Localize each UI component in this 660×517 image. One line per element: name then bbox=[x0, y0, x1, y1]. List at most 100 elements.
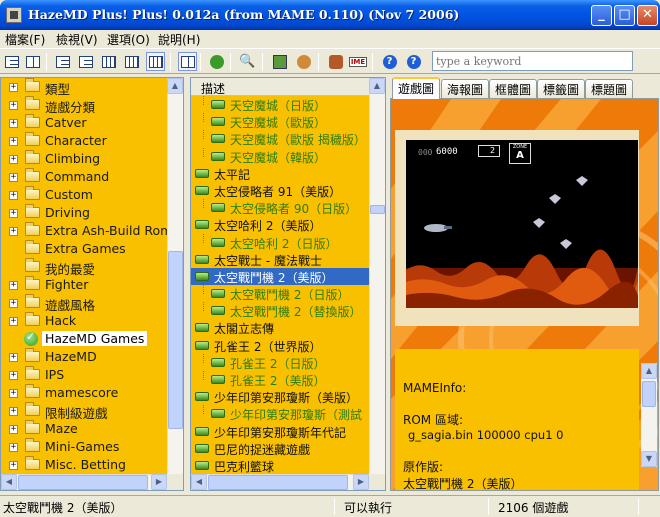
expand-icon[interactable]: + bbox=[9, 371, 18, 380]
game-row[interactable]: 太空侵略者 90（日版） bbox=[191, 199, 369, 216]
folder-tree-item[interactable]: + Custom bbox=[1, 186, 167, 204]
folder-tree-item[interactable]: + Maze bbox=[1, 420, 167, 438]
scroll-up-button[interactable]: ▲ bbox=[369, 78, 385, 94]
game-row[interactable]: 太空戰鬥機 2（替換版） bbox=[191, 302, 369, 319]
expand-icon[interactable]: + bbox=[9, 425, 18, 434]
scroll-up-button[interactable]: ▲ bbox=[167, 78, 183, 94]
tab-flyer[interactable]: 海報圖 bbox=[441, 79, 490, 98]
expand-icon[interactable]: + bbox=[9, 227, 18, 236]
options-button[interactable] bbox=[294, 52, 313, 71]
folder-tree-item[interactable]: + Catver bbox=[1, 114, 167, 132]
details-view-button[interactable] bbox=[76, 52, 95, 71]
game-row[interactable]: 孔雀王 2（日版） bbox=[191, 353, 369, 371]
folder-tree-item[interactable]: + 遊戲分類 bbox=[1, 96, 167, 115]
hscroll-thumb[interactable] bbox=[18, 475, 148, 490]
grouped-view-button[interactable] bbox=[99, 52, 118, 71]
folder-tree-item[interactable]: + Misc. Betting bbox=[1, 456, 167, 474]
game-row[interactable]: 太空戰鬥機 2（日版） bbox=[191, 285, 369, 302]
game-row[interactable]: 天空魔城（日版） bbox=[191, 96, 369, 113]
folder-tree-item[interactable]: + Hack bbox=[1, 312, 167, 330]
folder-tree-item[interactable]: + Mini-Games bbox=[1, 438, 167, 456]
folder-tree-hscrollbar[interactable]: ◀ ▶ bbox=[1, 474, 167, 490]
expand-icon[interactable]: + bbox=[9, 191, 18, 200]
folder-tree-item[interactable]: + Fighter bbox=[1, 276, 167, 294]
game-list-vscrollbar[interactable]: ▲ ▼ bbox=[369, 78, 385, 490]
expand-icon[interactable]: + bbox=[9, 101, 18, 110]
folder-tree-item[interactable]: + Climbing bbox=[1, 150, 167, 168]
folder-tree-item[interactable]: + IPS bbox=[1, 366, 167, 384]
scroll-left-button[interactable]: ◀ bbox=[191, 474, 207, 490]
game-row[interactable]: 太平記 bbox=[191, 165, 369, 182]
folder-tree-vscrollbar[interactable]: ▲ ▼ bbox=[167, 78, 183, 490]
ime-button[interactable]: IME bbox=[347, 52, 369, 71]
game-row[interactable]: 少年印第安那瓊斯（測試 bbox=[191, 405, 369, 422]
scroll-thumb[interactable] bbox=[370, 205, 385, 214]
tab-marquee[interactable]: 標籤圖 bbox=[537, 79, 586, 98]
folder-tree-item[interactable]: + Driving bbox=[1, 204, 167, 222]
game-row[interactable]: 巴克利籃球 bbox=[191, 457, 369, 474]
info-vscrollbar[interactable]: ▲ ▼ bbox=[641, 363, 657, 467]
expand-icon[interactable]: + bbox=[9, 461, 18, 470]
game-row[interactable]: 少年印第安那瓊斯（美版） bbox=[191, 388, 369, 405]
app-icon[interactable] bbox=[6, 7, 22, 23]
game-row[interactable]: 少年印第安那瓊斯年代記 bbox=[191, 423, 369, 440]
scroll-up-button[interactable]: ▲ bbox=[641, 363, 657, 379]
folder-tree-item[interactable]: + Character bbox=[1, 132, 167, 150]
expand-icon[interactable]: + bbox=[9, 317, 18, 326]
column-description[interactable]: 描述 bbox=[201, 80, 225, 97]
expand-icon[interactable]: + bbox=[9, 155, 18, 164]
refresh-button[interactable] bbox=[207, 52, 226, 71]
help-button[interactable]: ? bbox=[380, 52, 399, 71]
folder-tree-item[interactable]: + 遊戲風格 bbox=[1, 294, 167, 313]
game-row[interactable]: 巴尼的捉迷藏遊戲 bbox=[191, 440, 369, 457]
folder-tree-item[interactable]: + 限制級遊戲 bbox=[1, 402, 167, 421]
folder-tree-item[interactable]: HazeMD Games bbox=[1, 330, 167, 348]
scroll-thumb[interactable] bbox=[642, 381, 656, 407]
play-button[interactable] bbox=[270, 52, 289, 71]
menu-file[interactable]: 檔案(F) bbox=[5, 31, 45, 48]
grid-view-button[interactable] bbox=[122, 52, 141, 71]
game-row[interactable]: 天空魔城（歐版 揭穢版） bbox=[191, 130, 369, 147]
game-row[interactable]: 太空哈利 2（日版） bbox=[191, 233, 369, 251]
game-row[interactable]: 太空戰鬥機 2（美版） bbox=[191, 267, 369, 286]
expand-icon[interactable]: + bbox=[9, 389, 18, 398]
game-row[interactable]: 太空哈利 2（美版） bbox=[191, 216, 369, 233]
game-row[interactable]: 孔雀王 2（世界版） bbox=[191, 337, 369, 354]
find-button[interactable]: 🔍 bbox=[238, 52, 257, 71]
expand-icon[interactable]: + bbox=[9, 209, 18, 218]
minimize-button[interactable]: _ bbox=[591, 5, 612, 26]
scroll-thumb[interactable] bbox=[168, 251, 183, 429]
folder-tree-item[interactable]: + 類型 bbox=[1, 78, 167, 97]
hscroll-thumb[interactable] bbox=[208, 475, 348, 490]
expand-icon[interactable]: + bbox=[9, 137, 18, 146]
scroll-down-button[interactable]: ▼ bbox=[641, 451, 657, 467]
folder-tree-item[interactable]: + mamescore bbox=[1, 384, 167, 402]
list-view-button[interactable] bbox=[53, 52, 72, 71]
folder-tree-item[interactable]: 我的最愛 bbox=[1, 258, 167, 277]
expand-icon[interactable]: + bbox=[9, 299, 18, 308]
expand-icon[interactable]: + bbox=[9, 443, 18, 452]
game-list-hscrollbar[interactable]: ◀ ▶ bbox=[191, 474, 369, 490]
scroll-left-button[interactable]: ◀ bbox=[1, 474, 17, 490]
plugins-button[interactable] bbox=[326, 52, 345, 71]
game-row[interactable]: 天空魔城（韓版） bbox=[191, 147, 369, 165]
menu-options[interactable]: 選項(O) bbox=[107, 31, 150, 48]
details-grid-button[interactable] bbox=[146, 52, 165, 71]
expand-icon[interactable]: + bbox=[9, 407, 18, 416]
folder-tree-item[interactable]: Extra Games bbox=[1, 240, 167, 258]
game-row[interactable]: 太空戰士 - 魔法戰士 bbox=[191, 251, 369, 268]
folder-tree-item[interactable]: + Command bbox=[1, 168, 167, 186]
search-input[interactable] bbox=[432, 51, 633, 71]
game-row[interactable]: 天空魔城（歐版） bbox=[191, 113, 369, 130]
expand-icon[interactable]: + bbox=[9, 353, 18, 362]
maximize-button[interactable]: □ bbox=[614, 5, 635, 26]
game-row[interactable]: 太閣立志傳 bbox=[191, 319, 369, 336]
game-row[interactable]: 孔雀王 2（美版） bbox=[191, 371, 369, 388]
expand-icon[interactable]: + bbox=[9, 281, 18, 290]
expand-icon[interactable]: + bbox=[9, 173, 18, 182]
menu-view[interactable]: 檢視(V) bbox=[56, 31, 98, 48]
folder-tree-item[interactable]: + Extra Ash-Build Rom bbox=[1, 222, 167, 240]
small-icons-button[interactable] bbox=[23, 52, 42, 71]
scroll-right-button[interactable]: ▶ bbox=[353, 474, 369, 490]
expand-icon[interactable]: + bbox=[9, 119, 18, 128]
